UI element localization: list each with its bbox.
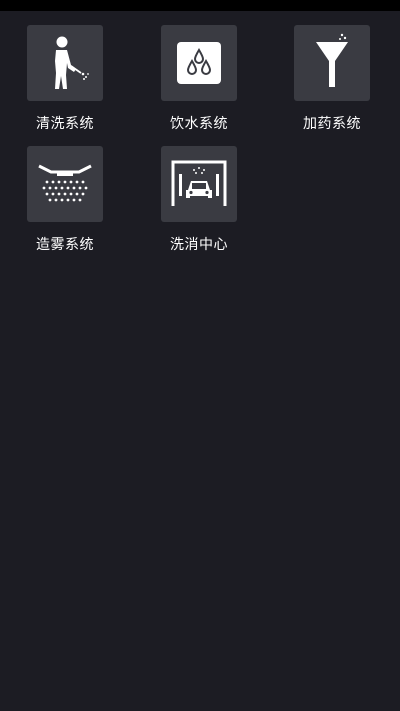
car-wash-icon	[171, 160, 227, 206]
tile-label: 加药系统	[303, 116, 361, 132]
tile-cleaning-system[interactable]: 清洗系统	[5, 11, 125, 132]
mist-spray-icon	[38, 164, 92, 202]
tile-icon-box	[294, 25, 370, 101]
tile-dosing-system[interactable]: 加药系统	[272, 11, 392, 132]
water-drops-icon	[177, 42, 221, 84]
medicine-funnel-icon	[316, 33, 348, 87]
app-screen: 清洗系统 饮水系统 加药系统 造雾系统 洗消中心	[0, 0, 400, 711]
tile-icon-box	[27, 146, 103, 222]
tile-decontamination-center[interactable]: 洗消中心	[139, 132, 259, 253]
tile-mist-system[interactable]: 造雾系统	[5, 132, 125, 253]
tile-label: 清洗系统	[36, 116, 94, 132]
tile-label: 造雾系统	[36, 237, 94, 253]
tile-icon-box	[161, 25, 237, 101]
tile-label: 饮水系统	[170, 116, 228, 132]
tile-icon-box	[27, 25, 103, 101]
tile-drinking-water-system[interactable]: 饮水系统	[139, 11, 259, 132]
status-bar	[0, 0, 400, 11]
washing-person-icon	[55, 36, 89, 89]
tile-icon-box	[161, 146, 237, 222]
tile-label: 洗消中心	[170, 237, 228, 253]
